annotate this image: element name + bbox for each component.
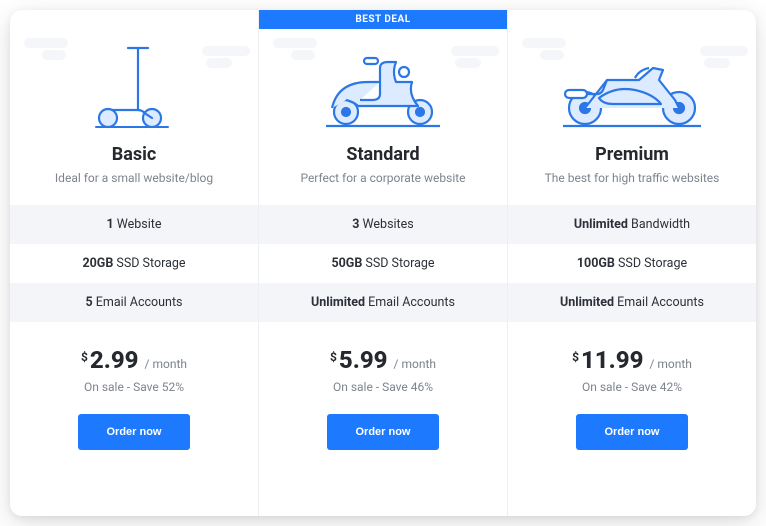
cloud-decoration [291,50,315,60]
plan-title: Premium [595,144,669,165]
plan-feature: 3 Websites [259,205,507,244]
plan-title: Basic [112,144,157,165]
cloud-decoration [700,46,748,56]
plan-tagline: Perfect for a corporate website [300,171,465,185]
plan-save: On sale - Save 46% [333,380,433,394]
plan-feature: Unlimited Bandwidth [508,205,756,244]
order-button[interactable]: Order now [576,414,687,450]
plan-tagline: The best for high traffic websites [545,171,720,185]
plan-premium: Premium The best for high traffic websit… [508,10,756,516]
plan-feature: 50GB SSD Storage [259,244,507,283]
plan-feature: Unlimited Email Accounts [508,283,756,322]
order-button[interactable]: Order now [78,414,189,450]
plan-price: $ 11.99 / month [572,346,692,374]
cloud-decoration [202,46,250,56]
plan-title: Standard [346,144,419,165]
scooter-icon [10,10,258,140]
plan-tagline: Ideal for a small website/blog [55,171,213,185]
cloud-decoration [24,38,68,48]
order-button[interactable]: Order now [327,414,438,450]
plan-save: On sale - Save 52% [84,380,184,394]
plan-standard: BEST DEAL Standard Perfect for [259,10,508,516]
plan-feature: 5 Email Accounts [10,283,258,322]
pricing-table: Basic Ideal for a small website/blog 1 W… [10,10,756,516]
cloud-decoration [540,50,564,60]
motorcycle-icon [508,10,756,140]
plan-feature: Unlimited Email Accounts [259,283,507,322]
cloud-decoration [206,58,232,68]
cloud-decoration [273,38,317,48]
plan-price: $ 2.99 / month [81,346,187,374]
plan-feature: 100GB SSD Storage [508,244,756,283]
cloud-decoration [42,50,66,60]
plan-save: On sale - Save 42% [582,380,682,394]
plan-feature: 20GB SSD Storage [10,244,258,283]
moped-icon [259,10,507,140]
best-deal-badge: BEST DEAL [259,10,507,29]
plan-price: $ 5.99 / month [330,346,436,374]
cloud-decoration [522,38,566,48]
cloud-decoration [451,46,499,56]
cloud-decoration [704,58,730,68]
plan-basic: Basic Ideal for a small website/blog 1 W… [10,10,259,516]
plan-feature: 1 Website [10,205,258,244]
cloud-decoration [455,58,481,68]
